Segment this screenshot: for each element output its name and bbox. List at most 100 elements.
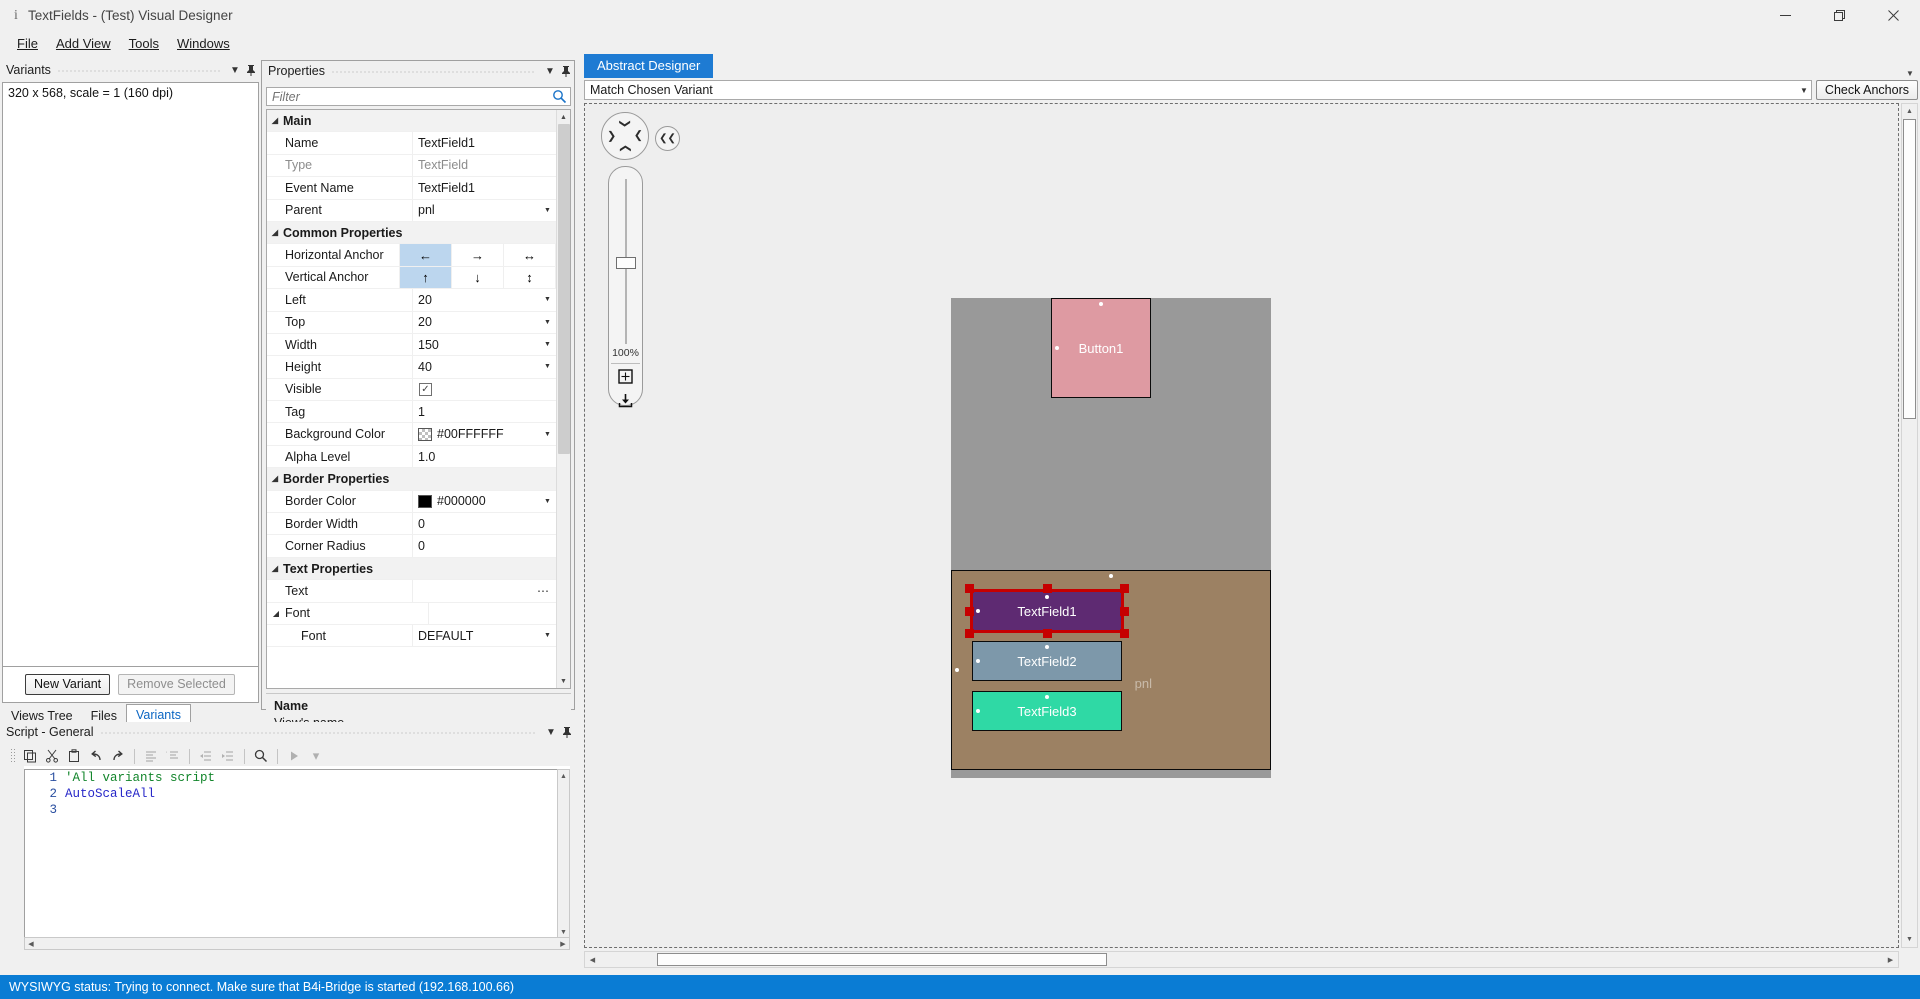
collapse-triangle-icon[interactable]: ◢ bbox=[267, 116, 283, 125]
scroll-right-arrow-icon[interactable]: ▶ bbox=[1883, 952, 1898, 967]
double-chevron-left-icon[interactable]: ❮❮ bbox=[655, 126, 680, 151]
property-value[interactable]: pnl ▼ bbox=[412, 199, 556, 221]
resize-handle-nw[interactable] bbox=[965, 584, 974, 593]
property-value[interactable]: DEFAULT ▼ bbox=[412, 624, 556, 647]
property-row-left[interactable]: Left 20 ▼ bbox=[267, 289, 556, 312]
close-button[interactable] bbox=[1866, 0, 1920, 31]
property-value[interactable]: TextField1 bbox=[412, 177, 556, 199]
save-down-icon[interactable] bbox=[617, 391, 635, 409]
property-row-tag[interactable]: Tag 1 bbox=[267, 401, 556, 424]
remove-selected-button[interactable]: Remove Selected bbox=[118, 673, 235, 696]
toolbar-grip[interactable] bbox=[10, 748, 16, 764]
view-textfield2[interactable]: TextField2 bbox=[972, 641, 1122, 681]
menu-windows[interactable]: Windows bbox=[168, 34, 239, 53]
property-value[interactable]: 1.0 bbox=[412, 445, 556, 468]
minimize-button[interactable] bbox=[1758, 0, 1812, 31]
chevron-down-icon[interactable]: ▼ bbox=[1800, 86, 1808, 95]
chevron-down-icon[interactable]: ▼ bbox=[541, 629, 554, 643]
scroll-left-arrow-icon[interactable]: ◀ bbox=[585, 952, 600, 967]
outdent-icon[interactable] bbox=[196, 746, 216, 766]
scroll-up-arrow-icon[interactable]: ▲ bbox=[558, 770, 569, 782]
scroll-left-arrow-icon[interactable]: ◀ bbox=[25, 938, 37, 949]
property-row-font-group[interactable]: ◢ Font bbox=[267, 602, 556, 625]
designer-vertical-scrollbar[interactable]: ▲ ▼ bbox=[1901, 103, 1918, 948]
property-row-height[interactable]: Height 40 ▼ bbox=[267, 356, 556, 379]
anchor-right-icon[interactable]: → bbox=[452, 244, 504, 266]
scroll-up-arrow-icon[interactable]: ▲ bbox=[1902, 104, 1917, 119]
undo-icon[interactable] bbox=[86, 746, 106, 766]
code-editor[interactable]: 1 'All variants script 2 AutoScaleAll 3 bbox=[24, 769, 570, 939]
view-textfield3[interactable]: TextField3 bbox=[972, 691, 1122, 731]
property-category-common[interactable]: ◢ Common Properties bbox=[267, 221, 556, 245]
property-value[interactable]: 150 ▼ bbox=[412, 333, 556, 356]
tab-abstract-designer[interactable]: Abstract Designer bbox=[584, 54, 714, 78]
property-value[interactable]: 40 ▼ bbox=[412, 356, 556, 378]
resize-handle-s[interactable] bbox=[1042, 629, 1052, 638]
collapse-triangle-icon[interactable]: ◢ bbox=[267, 474, 283, 483]
anchor-top-icon[interactable]: ↑ bbox=[400, 266, 452, 289]
property-row-font[interactable]: Font DEFAULT ▼ bbox=[267, 624, 556, 648]
property-category-border[interactable]: ◢ Border Properties bbox=[267, 468, 556, 491]
chevron-down-icon[interactable]: ▼ bbox=[542, 62, 558, 80]
toolbar-overflow-icon[interactable]: ▾ bbox=[306, 746, 326, 766]
pin-icon[interactable] bbox=[559, 723, 575, 741]
scrollbar-thumb[interactable] bbox=[1903, 119, 1916, 419]
menu-file[interactable]: File bbox=[8, 34, 47, 53]
property-value[interactable]: 0 bbox=[412, 513, 556, 535]
device-preview[interactable]: Button1 pnl TextField1 TextField2 TextFi… bbox=[951, 298, 1271, 778]
chevron-up-icon[interactable]: ❮ bbox=[619, 119, 631, 128]
scrollbar-thumb[interactable] bbox=[657, 953, 1107, 966]
property-filter[interactable] bbox=[266, 87, 571, 106]
chevron-down-icon[interactable]: ▼ bbox=[543, 723, 559, 741]
redo-icon[interactable] bbox=[108, 746, 128, 766]
copy-icon[interactable] bbox=[20, 746, 40, 766]
scroll-down-arrow-icon[interactable]: ▼ bbox=[557, 674, 570, 688]
menu-add-view[interactable]: Add View bbox=[47, 34, 120, 53]
chevron-down-icon[interactable]: ▼ bbox=[541, 315, 554, 329]
property-row-alpha-level[interactable]: Alpha Level 1.0 bbox=[267, 445, 556, 469]
property-row-border-color[interactable]: Border Color #000000 ▼ bbox=[267, 490, 556, 514]
property-row-text[interactable]: Text ⋯ bbox=[267, 580, 556, 603]
chevron-down-icon[interactable]: ▼ bbox=[541, 293, 554, 307]
property-grid-scrollbar[interactable]: ▲ ▼ bbox=[556, 110, 570, 688]
designer-horizontal-scrollbar[interactable]: ◀ ▶ bbox=[584, 951, 1899, 968]
search-icon[interactable] bbox=[552, 89, 567, 104]
chevron-down-icon[interactable]: ❮ bbox=[620, 144, 632, 153]
find-icon[interactable] bbox=[251, 746, 271, 766]
indent-icon[interactable] bbox=[218, 746, 238, 766]
designer-canvas[interactable]: ❮ ❮ ❮ ❮ ❮❮ 100% Button1 pnl TextField1 T… bbox=[584, 103, 1899, 948]
property-row-top[interactable]: Top 20 ▼ bbox=[267, 311, 556, 334]
scroll-up-arrow-icon[interactable]: ▲ bbox=[557, 110, 570, 124]
chevron-left-icon[interactable]: ❮ bbox=[607, 131, 616, 143]
property-value[interactable]: TextField1 bbox=[412, 132, 556, 154]
chevron-down-icon[interactable]: ▼ bbox=[541, 338, 554, 352]
property-row-border-width[interactable]: Border Width 0 bbox=[267, 513, 556, 536]
designer-canvas-surface[interactable]: ❮ ❮ ❮ ❮ ❮❮ 100% Button1 pnl TextField1 T… bbox=[585, 104, 1898, 947]
resize-handle-sw[interactable] bbox=[965, 629, 974, 638]
collapse-triangle-icon[interactable]: ◢ bbox=[267, 228, 283, 237]
chevron-right-icon[interactable]: ❮ bbox=[634, 130, 643, 142]
code-horizontal-scrollbar[interactable]: ◀ ▶ bbox=[24, 937, 570, 950]
property-row-background-color[interactable]: Background Color #00FFFFFF ▼ bbox=[267, 423, 556, 446]
view-pnl[interactable]: pnl TextField1 TextField2 TextField3 bbox=[951, 570, 1271, 770]
check-anchors-button[interactable]: Check Anchors bbox=[1815, 80, 1918, 100]
property-value[interactable]: #000000 ▼ bbox=[412, 490, 556, 513]
scroll-down-arrow-icon[interactable]: ▼ bbox=[1902, 932, 1917, 947]
resize-handle-ne[interactable] bbox=[1120, 584, 1129, 593]
property-row-name[interactable]: Name TextField1 bbox=[267, 132, 556, 155]
menu-tools[interactable]: Tools bbox=[120, 34, 168, 53]
chevron-down-icon[interactable]: ▼ bbox=[227, 61, 243, 79]
visible-checkbox[interactable]: ✓ bbox=[419, 382, 432, 396]
property-category-main[interactable]: ◢ Main bbox=[267, 110, 556, 133]
zoom-control[interactable]: 100% bbox=[608, 166, 643, 409]
cut-icon[interactable] bbox=[42, 746, 62, 766]
property-row-width[interactable]: Width 150 ▼ bbox=[267, 333, 556, 357]
pin-icon[interactable] bbox=[243, 61, 259, 79]
chevron-down-icon[interactable]: ▼ bbox=[541, 427, 554, 441]
property-row-visible[interactable]: Visible ✓ bbox=[267, 378, 556, 402]
property-row-event-name[interactable]: Event Name TextField1 bbox=[267, 177, 556, 200]
property-value[interactable]: #00FFFFFF ▼ bbox=[412, 423, 556, 445]
comment-icon[interactable]: ' bbox=[163, 746, 183, 766]
variants-list[interactable]: 320 x 568, scale = 1 (160 dpi) bbox=[2, 82, 259, 667]
collapse-triangle-icon[interactable]: ◢ bbox=[267, 564, 283, 573]
